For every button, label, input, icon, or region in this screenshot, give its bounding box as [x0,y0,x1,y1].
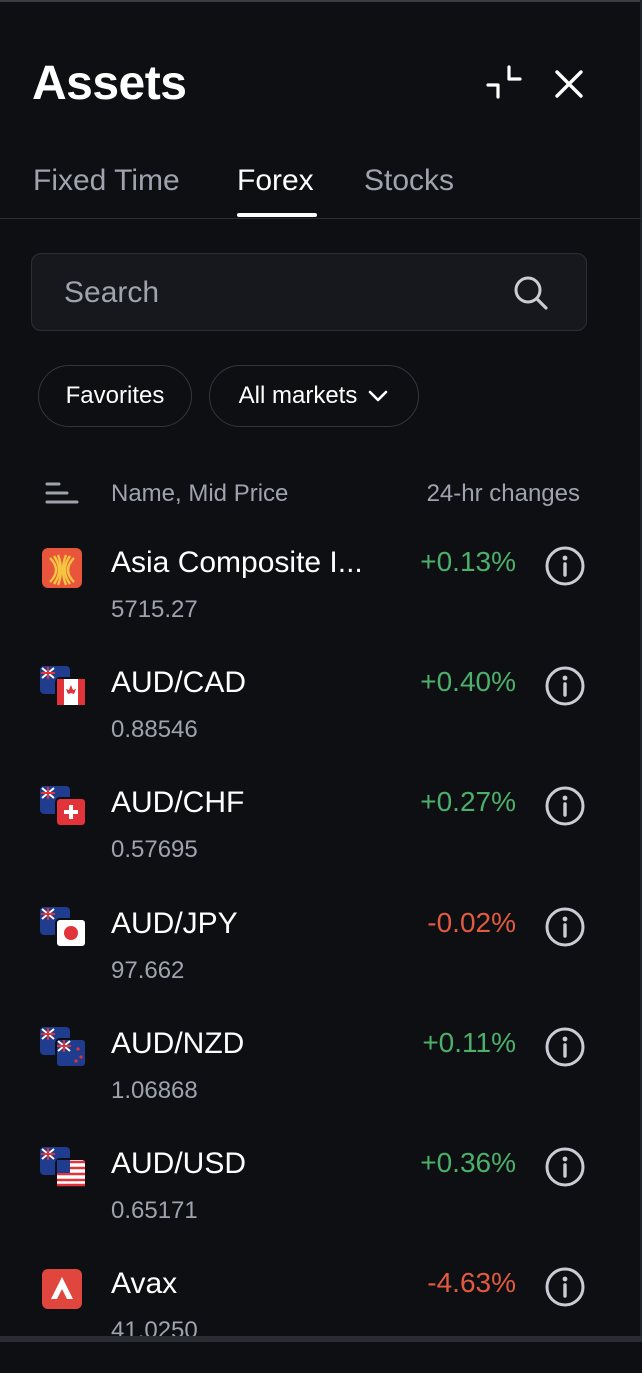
asset-change: +0.27% [420,786,516,817]
asset-name: AUD/JPY [111,907,238,940]
asset-row-aud-cad[interactable]: AUD/CAD 0.88546 +0.40% [0,652,642,772]
asset-name: Asia Composite I... [111,546,363,579]
asset-change: +0.11% [422,1027,516,1058]
top-border [0,0,642,2]
asset-price: 5715.27 [111,596,198,623]
info-icon[interactable] [544,1026,586,1068]
asset-price: 0.65171 [111,1197,198,1224]
favorites-filter-button[interactable]: Favorites [38,365,192,427]
asset-change: -4.63% [427,1267,516,1298]
aud-chf-flags-icon [40,786,87,827]
asset-name: AUD/USD [111,1147,247,1180]
asia-composite-icon [42,548,82,588]
aud-cad-flags-icon [40,666,87,707]
page-title: Assets [32,57,187,110]
name-column-header[interactable]: Name, Mid Price [111,480,288,508]
tab-forex[interactable]: Forex [237,164,314,198]
info-icon[interactable] [544,1146,586,1188]
markets-label: All markets [238,382,358,409]
asset-change: -0.02% [427,907,516,938]
asset-name: Avax [111,1267,178,1300]
favorites-label: Favorites [65,382,165,409]
asset-row-aud-usd[interactable]: AUD/USD 0.65171 +0.36% [0,1133,642,1253]
chevron-down-icon [369,390,388,402]
asset-price: 0.88546 [111,716,198,743]
asset-change: +0.13% [420,546,516,577]
avax-icon [42,1269,82,1309]
search-input[interactable] [62,272,496,314]
sort-icon[interactable] [45,478,79,508]
info-icon[interactable] [544,545,586,587]
tab-bar: Fixed Time Forex Stocks [0,150,642,219]
minimize-icon[interactable] [486,65,522,101]
asset-name: AUD/CHF [111,786,245,819]
active-tab-indicator [237,213,317,217]
tab-stocks[interactable]: Stocks [364,164,454,198]
info-icon[interactable] [544,906,586,948]
asset-price: 0.57695 [111,836,198,863]
aud-usd-flags-icon [40,1147,87,1188]
search-icon[interactable] [512,274,550,312]
asset-change: +0.40% [420,666,516,697]
asset-row-aud-nzd[interactable]: AUD/NZD 1.06868 +0.11% [0,1013,642,1133]
aud-nzd-flags-icon [40,1027,87,1068]
asset-change: +0.36% [420,1147,516,1178]
list-header: Name, Mid Price 24-hr changes [0,470,642,516]
asset-row-avax[interactable]: Avax 41.0250 -4.63% [0,1253,642,1373]
tab-fixed-time[interactable]: Fixed Time [33,164,180,198]
close-icon[interactable] [550,65,588,103]
panel-header: Assets [32,56,608,116]
change-column-header[interactable]: 24-hr changes [427,480,580,508]
search-box [31,253,587,331]
bottom-border [0,1336,642,1342]
markets-dropdown[interactable]: All markets [209,365,419,427]
aud-jpy-flags-icon [40,907,87,948]
info-icon[interactable] [544,665,586,707]
info-icon[interactable] [544,785,586,827]
asset-price: 1.06868 [111,1077,198,1104]
info-icon[interactable] [544,1266,586,1308]
asset-row-aud-chf[interactable]: AUD/CHF 0.57695 +0.27% [0,772,642,892]
asset-name: AUD/CAD [111,666,247,699]
asset-name: AUD/NZD [111,1027,245,1060]
asset-row-aud-jpy[interactable]: AUD/JPY 97.662 -0.02% [0,893,642,1013]
asset-row-asia-composite[interactable]: Asia Composite I... 5715.27 +0.13% [0,532,642,652]
asset-price: 97.662 [111,957,185,984]
